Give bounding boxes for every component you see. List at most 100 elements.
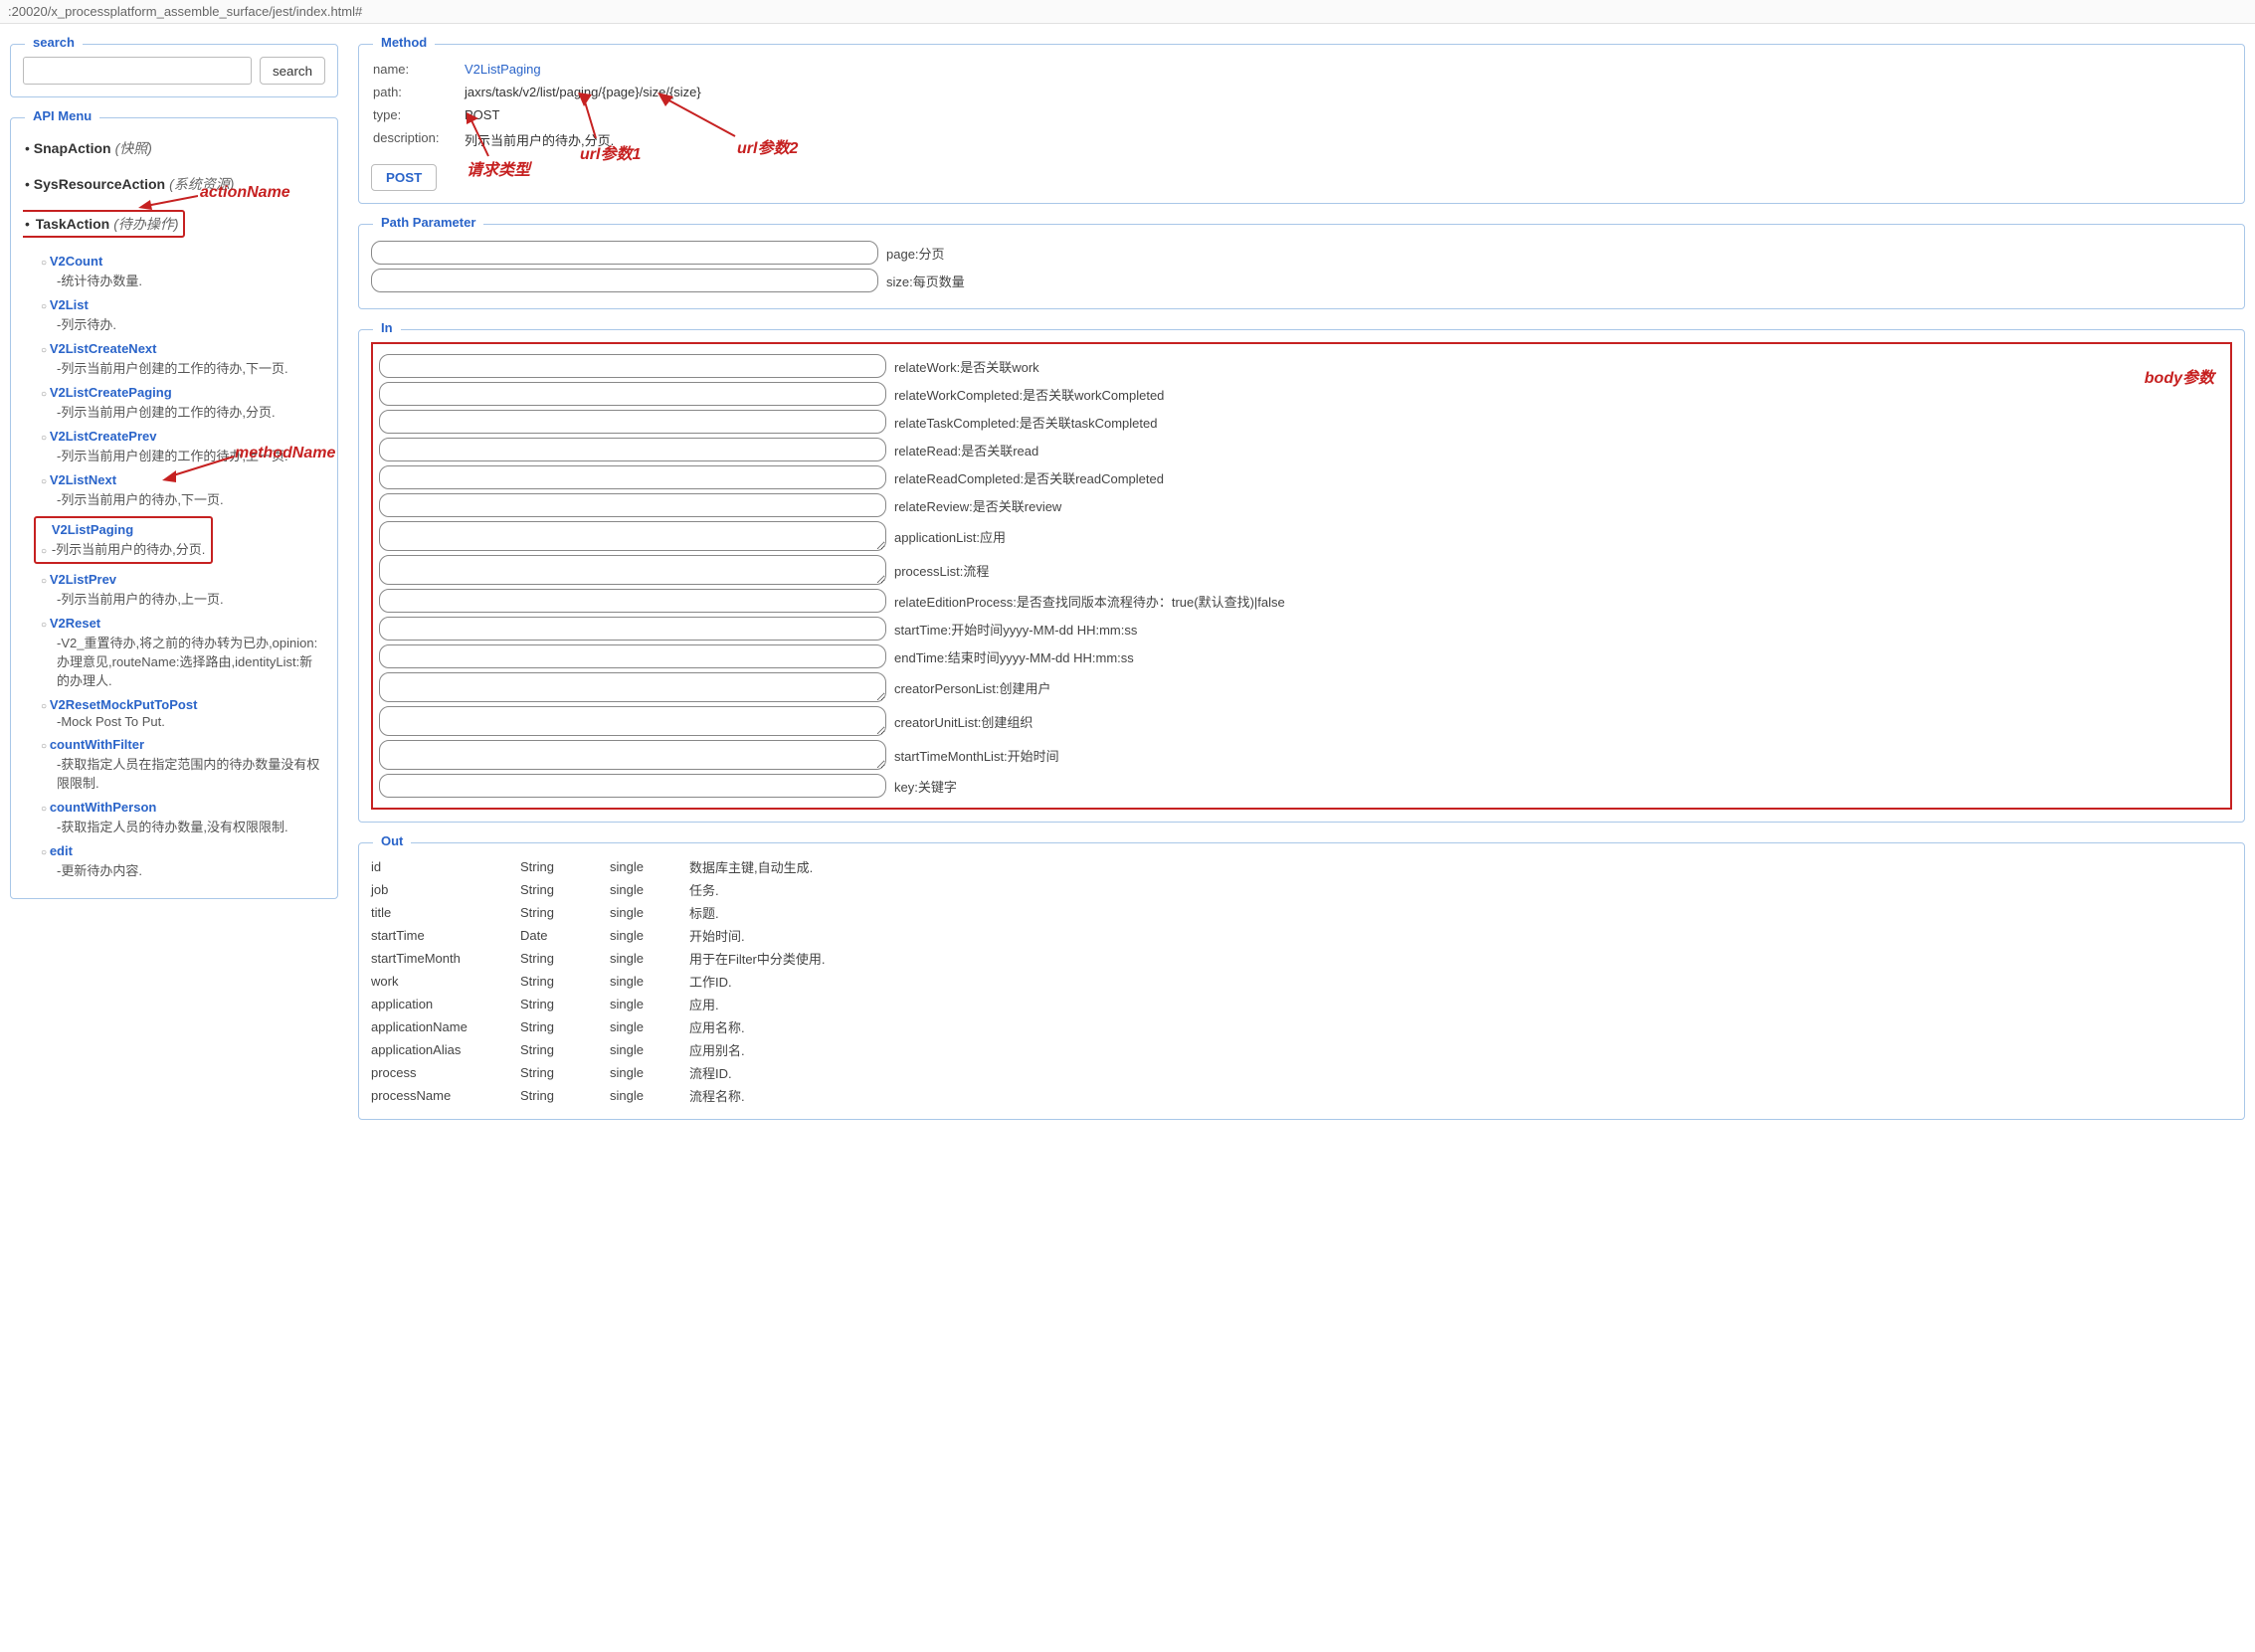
in-param-row: startTime:开始时间yyyy-MM-dd HH:mm:ss (379, 617, 2224, 641)
api-menu-panel: API Menu actionName methodName SnapActio… (10, 117, 338, 899)
search-panel: search search (10, 44, 338, 97)
post-button[interactable]: POST (371, 164, 437, 191)
api-method-item[interactable]: countWithPerson-获取指定人员的待办数量,没有权限限制. (57, 800, 321, 835)
method-name-link[interactable]: V2ListPaging (465, 62, 541, 77)
method-name-link[interactable]: V2ListPrev (50, 572, 116, 587)
method-desc: -列示待办. (57, 314, 321, 333)
in-param-input[interactable] (379, 410, 886, 434)
in-param-label: relateReview:是否关联review (894, 496, 1061, 515)
out-row: processStringsingle流程ID. (371, 1061, 2232, 1084)
api-action-item[interactable]: SysResourceAction(系统资源) (39, 174, 321, 194)
in-param-input[interactable] (379, 774, 886, 798)
out-row: startTimeMonthStringsingle用于在Filter中分类使用… (371, 947, 2232, 970)
out-type: String (520, 947, 610, 970)
in-param-input[interactable] (379, 493, 886, 517)
method-name-link[interactable]: V2ListNext (50, 472, 116, 487)
out-row: startTimeDatesingle开始时间. (371, 924, 2232, 947)
in-param-row: relateWorkCompleted:是否关联workCompleted (379, 382, 2224, 406)
in-param-input[interactable] (379, 521, 886, 551)
method-name-link[interactable]: countWithFilter (50, 737, 144, 752)
method-name-link[interactable]: V2List (50, 297, 89, 312)
out-type: String (520, 993, 610, 1015)
out-card: single (610, 1015, 689, 1038)
out-field: applicationAlias (371, 1038, 520, 1061)
out-desc: 应用名称. (689, 1015, 2232, 1038)
method-name-link[interactable]: V2Reset (50, 616, 100, 631)
api-method-item[interactable]: V2ListNext-列示当前用户的待办,下一页. (57, 472, 321, 508)
in-param-input[interactable] (379, 644, 886, 668)
api-method-item[interactable]: V2Reset-V2_重置待办,将之前的待办转为已办,opinion:办理意见,… (57, 616, 321, 689)
in-param-row: applicationList:应用 (379, 521, 2224, 551)
method-name-link[interactable]: V2ListCreatePrev (50, 429, 157, 444)
path-param-input[interactable] (371, 269, 878, 292)
out-legend: Out (373, 833, 411, 848)
search-button[interactable]: search (260, 57, 325, 85)
in-param-row: endTime:结束时间yyyy-MM-dd HH:mm:ss (379, 644, 2224, 668)
api-method-item[interactable]: countWithFilter-获取指定人员在指定范围内的待办数量没有权限限制. (57, 737, 321, 792)
out-field: applicationName (371, 1015, 520, 1038)
method-desc: -列示当前用户创建的工作的待办,分页. (57, 402, 321, 421)
api-method-item[interactable]: V2ResetMockPutToPost-Mock Post To Put. (57, 697, 321, 729)
in-param-label: relateWork:是否关联work (894, 357, 1039, 376)
method-name-link[interactable]: countWithPerson (50, 800, 157, 815)
search-legend: search (25, 35, 83, 50)
out-field: process (371, 1061, 520, 1084)
out-desc: 用于在Filter中分类使用. (689, 947, 2232, 970)
method-desc: -统计待办数量. (57, 271, 321, 289)
in-param-input[interactable] (379, 617, 886, 641)
in-param-label: processList:流程 (894, 561, 989, 580)
method-name-link[interactable]: V2ResetMockPutToPost (50, 697, 198, 712)
out-desc: 应用. (689, 993, 2232, 1015)
api-action-item[interactable]: TaskAction(待办操作) (39, 210, 321, 238)
method-desc: -列示当前用户的待办,下一页. (57, 489, 321, 508)
path-param-row: page:分页 (371, 241, 2232, 265)
in-param-row: key:关键字 (379, 774, 2224, 798)
path-param-input[interactable] (371, 241, 878, 265)
method-type-value: POST (465, 104, 701, 125)
method-name-link[interactable]: V2ListPaging (52, 522, 133, 537)
method-desc: -列示当前用户的待办,上一页. (57, 589, 321, 608)
out-card: single (610, 970, 689, 993)
search-input[interactable] (23, 57, 252, 85)
method-name-link[interactable]: V2ListCreatePaging (50, 385, 172, 400)
in-param-input[interactable] (379, 672, 886, 702)
out-desc: 流程ID. (689, 1061, 2232, 1084)
out-type: String (520, 1061, 610, 1084)
path-parameter-panel: Path Parameter page:分页size:每页数量 (358, 224, 2245, 309)
api-method-item[interactable]: V2ListCreatePrev-列示当前用户创建的工作的待办,上一页. (57, 429, 321, 464)
method-path-label: path: (373, 82, 463, 102)
method-name-link[interactable]: V2Count (50, 254, 102, 269)
api-method-item[interactable]: V2ListPrev-列示当前用户的待办,上一页. (57, 572, 321, 608)
api-method-item[interactable]: V2ListCreatePaging-列示当前用户创建的工作的待办,分页. (57, 385, 321, 421)
in-param-input[interactable] (379, 382, 886, 406)
in-param-input[interactable] (379, 438, 886, 461)
method-name-link[interactable]: edit (50, 843, 73, 858)
in-param-input[interactable] (379, 555, 886, 585)
api-method-item[interactable]: V2ListCreateNext-列示当前用户创建的工作的待办,下一页. (57, 341, 321, 377)
action-name: SysResourceAction (34, 176, 165, 192)
out-field: title (371, 901, 520, 924)
out-card: single (610, 924, 689, 947)
in-param-row: relateWork:是否关联work (379, 354, 2224, 378)
api-action-item[interactable]: SnapAction(快照) (39, 138, 321, 158)
api-method-item[interactable]: V2List-列示待办. (57, 297, 321, 333)
action-desc: (待办操作) (113, 216, 178, 232)
out-row: titleStringsingle标题. (371, 901, 2232, 924)
api-method-item[interactable]: edit-更新待办内容. (57, 843, 321, 879)
api-menu-scroll[interactable]: SnapAction(快照) SysResourceAction(系统资源) Tas… (23, 130, 325, 886)
out-card: single (610, 993, 689, 1015)
in-param-input[interactable] (379, 589, 886, 613)
method-desc: -V2_重置待办,将之前的待办转为已办,opinion:办理意见,routeNa… (57, 633, 321, 689)
in-param-input[interactable] (379, 740, 886, 770)
method-name-link[interactable]: V2ListCreateNext (50, 341, 157, 356)
api-method-item[interactable]: V2ListPaging-列示当前用户的待办,分页. (57, 516, 321, 564)
in-param-input[interactable] (379, 354, 886, 378)
api-method-item[interactable]: V2Count-统计待办数量. (57, 254, 321, 289)
out-card: single (610, 901, 689, 924)
in-param-label: creatorPersonList:创建用户 (894, 678, 1051, 697)
in-param-input[interactable] (379, 706, 886, 736)
in-param-label: applicationList:应用 (894, 527, 1006, 546)
in-param-input[interactable] (379, 465, 886, 489)
method-name-label: name: (373, 59, 463, 80)
out-row: applicationStringsingle应用. (371, 993, 2232, 1015)
